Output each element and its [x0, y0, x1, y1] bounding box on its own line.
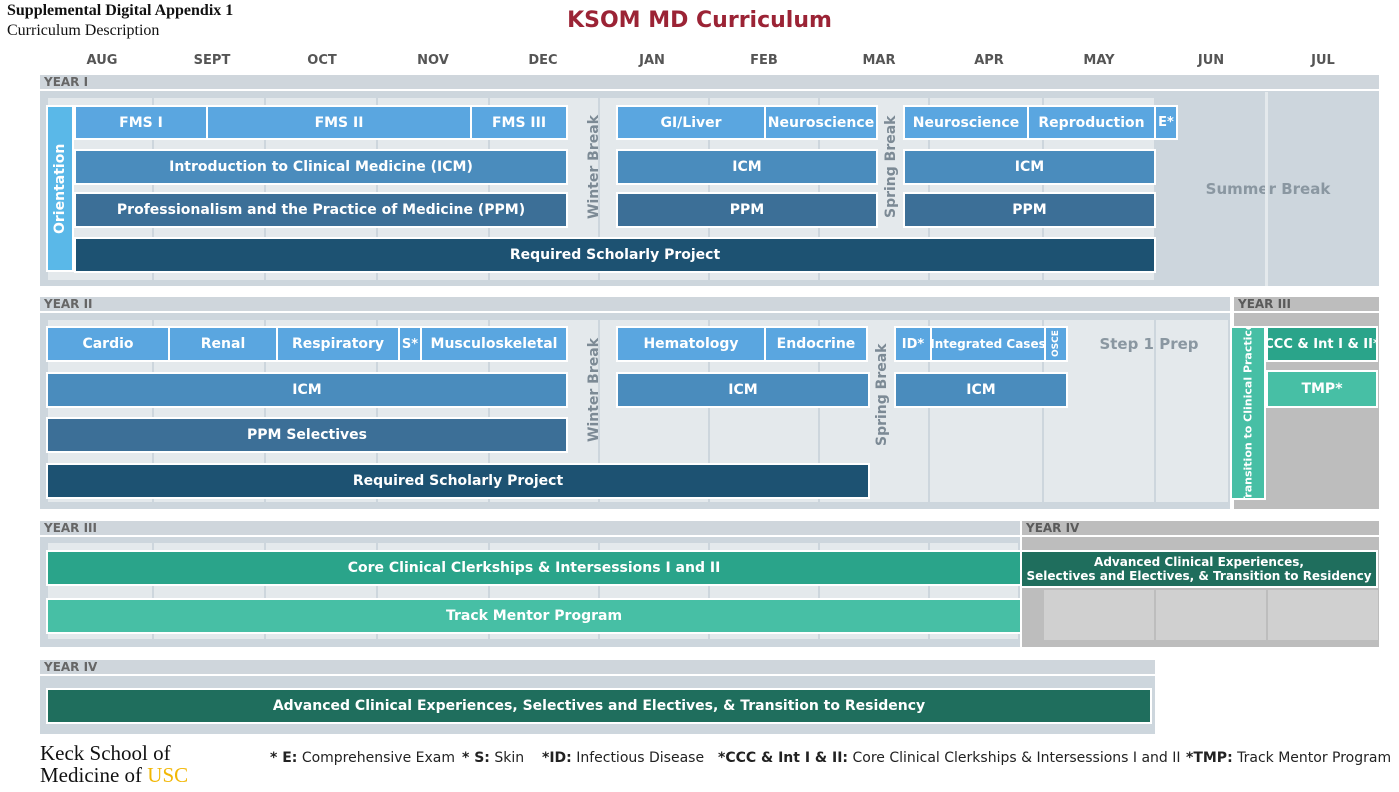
year3-label: YEAR III [40, 521, 1020, 535]
summer-divider [1265, 92, 1268, 286]
icm-block-2: ICM [903, 149, 1156, 185]
keck-usc-logo: Keck School of Medicine of USC [40, 742, 188, 786]
respiratory-block: Respiratory [276, 326, 400, 362]
endocrine-block: Endocrine [764, 326, 868, 362]
month-jun: JUN [1197, 53, 1225, 68]
neuroscience1-block: Neuroscience [764, 105, 878, 140]
core-clerkships-block: Core Clinical Clerkships & Intersessions… [46, 550, 1022, 586]
gi-liver-block: GI/Liver [616, 105, 766, 140]
legend-id: *ID: Infectious Disease [542, 750, 705, 766]
winter-break-label: Winter Break [586, 114, 602, 219]
spring-break-label-y2: Spring Break [874, 343, 890, 447]
musculoskeletal-block: Musculoskeletal [420, 326, 568, 362]
cardio-block: Cardio [46, 326, 170, 362]
month-dec: DEC [528, 53, 558, 68]
skin-block: S* [398, 326, 422, 362]
page-title: KSOM MD Curriculum [567, 8, 832, 33]
year3-label-early: YEAR III [1234, 297, 1379, 311]
scholarly-project-y1-block: Required Scholarly Project [74, 237, 1156, 273]
year4-early-column [1268, 590, 1378, 640]
month-nov: NOV [417, 53, 449, 68]
renal-block: Renal [168, 326, 278, 362]
month-aug: AUG [86, 53, 118, 68]
year4-label-early: YEAR IV [1022, 521, 1379, 535]
neuroscience2-block: Neuroscience [903, 105, 1029, 140]
logo-line2: Medicine of USC [40, 763, 189, 787]
track-mentor-block: Track Mentor Program [46, 598, 1022, 634]
ace-block: Advanced Clinical Experiences, Selective… [46, 688, 1152, 724]
logo-line1: Keck School of [40, 741, 171, 765]
month-mar: MAR [862, 53, 896, 68]
year1-label: YEAR I [40, 75, 1379, 89]
summer-break-label: Summer Break [1158, 92, 1378, 286]
month-apr: APR [974, 53, 1004, 68]
year2-label: YEAR II [40, 297, 1230, 311]
legend-tmp: *TMP: Track Mentor Program [1186, 750, 1392, 766]
spring-break-label: Spring Break [883, 115, 899, 218]
logo-usc: USC [147, 763, 189, 787]
ppm-block-2: PPM [903, 192, 1156, 228]
legend-ccc: *CCC & Int I & II: Core Clinical Clerksh… [718, 750, 1181, 766]
fms1-block: FMS I [74, 105, 208, 140]
month-feb: FEB [750, 53, 778, 68]
hematology-block: Hematology [616, 326, 766, 362]
step1-prep-label: Step 1 Prep [1099, 335, 1199, 353]
month-sept: SEPT [193, 53, 231, 68]
ace-early-block: Advanced Clinical Experiences, Selective… [1020, 550, 1378, 588]
transition-clinical-practice-block: Transition to Clinical Practice [1230, 326, 1266, 500]
legend-s: * S: Skin [462, 750, 525, 766]
month-jan: JAN [639, 53, 665, 68]
reproduction-block: Reproduction [1027, 105, 1156, 140]
fms3-block: FMS III [470, 105, 568, 140]
month-oct: OCT [307, 53, 337, 68]
legend-e: * E: Comprehensive Exam [270, 750, 455, 766]
icm-full-block: Introduction to Clinical Medicine (ICM) [74, 149, 568, 185]
icm-y2-block: ICM [46, 372, 568, 408]
year4-label: YEAR IV [40, 660, 1155, 674]
ccc-int-block: CCC & Int I & II* [1266, 326, 1378, 362]
icm-y2-block-3: ICM [894, 372, 1068, 408]
month-jul: JUL [1311, 53, 1335, 68]
orientation-block: Orientation [46, 105, 74, 272]
winter-break-label-y2: Winter Break [586, 337, 602, 442]
ppm-selectives-block: PPM Selectives [46, 417, 568, 453]
osce-block: OSCE [1044, 326, 1068, 362]
infectious-disease-block: ID* [894, 326, 932, 362]
month-may: MAY [1083, 53, 1115, 68]
integrated-cases-block: Integrated Cases [930, 326, 1046, 362]
year4-early-column [1044, 590, 1154, 640]
fms2-block: FMS II [206, 105, 472, 140]
icm-y2-block-2: ICM [616, 372, 870, 408]
ppm-full-block: Professionalism and the Practice of Medi… [74, 192, 568, 228]
ppm-block-1: PPM [616, 192, 878, 228]
year4-early-column [1156, 590, 1266, 640]
tmp-block: TMP* [1266, 370, 1378, 408]
icm-block-1: ICM [616, 149, 878, 185]
comprehensive-exam-block: E* [1154, 105, 1178, 140]
scholarly-project-y2-block: Required Scholarly Project [46, 463, 870, 499]
